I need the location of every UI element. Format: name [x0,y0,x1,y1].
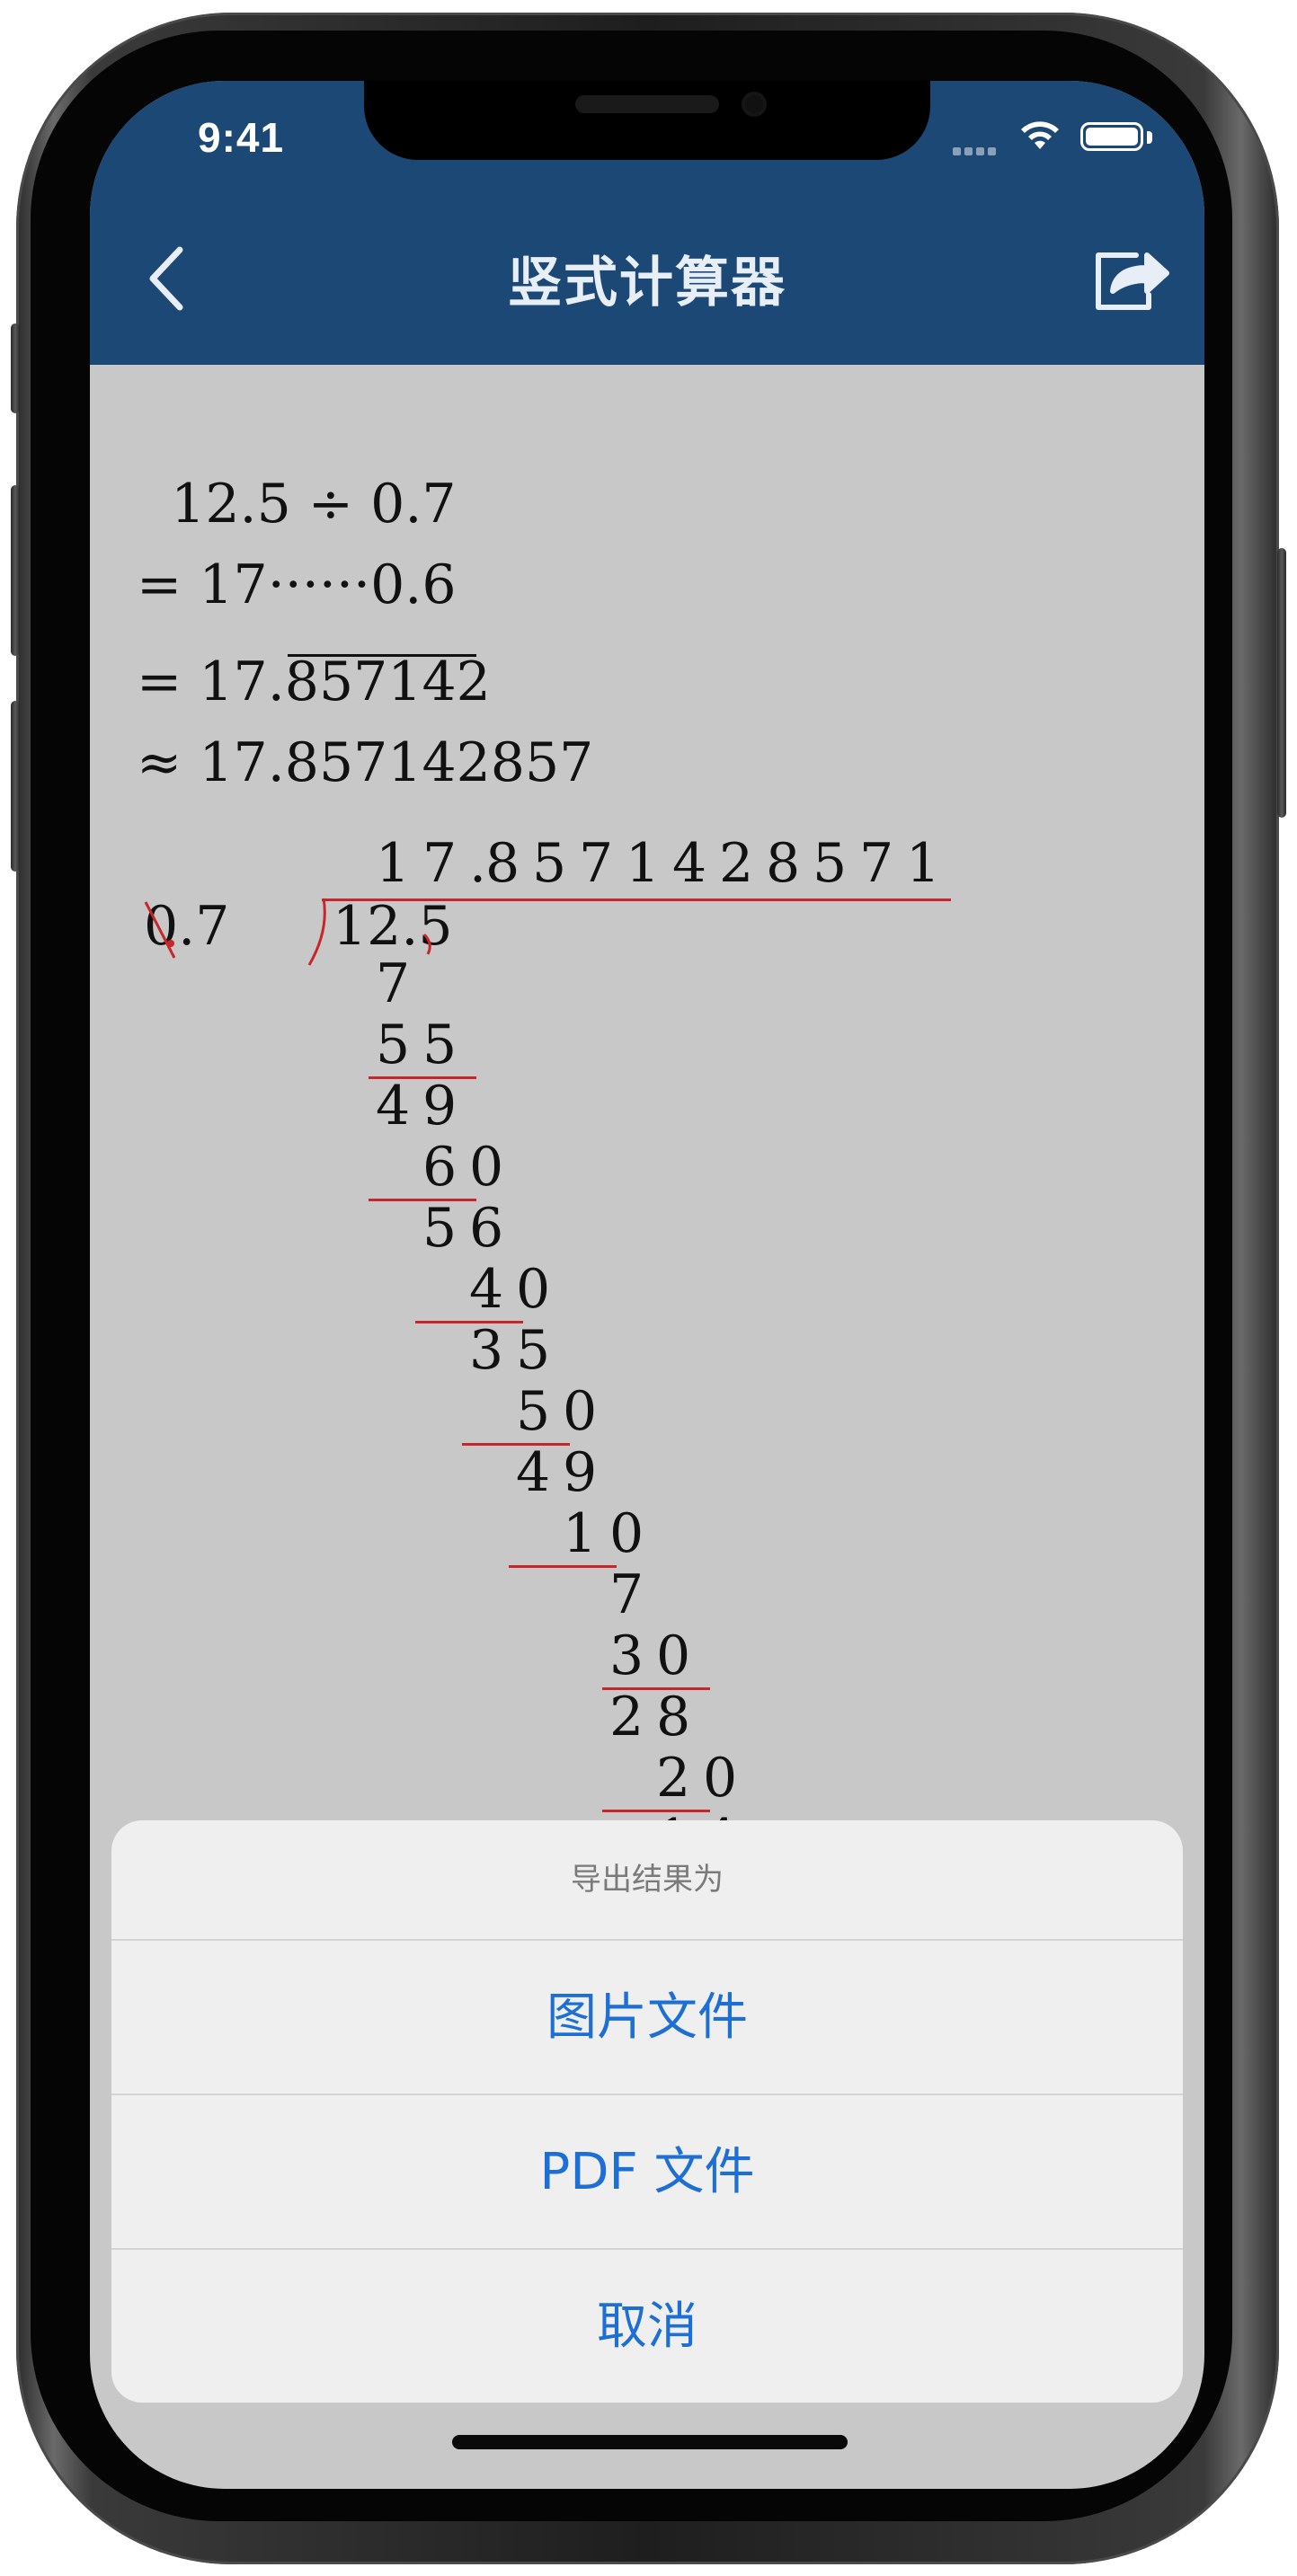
work-digit: 4 [376,1075,411,1138]
status-time: 9:41 [198,114,285,161]
work-digit: 0 [563,1380,598,1443]
quotient-digit: 7 [579,832,614,895]
equation-line-1: 12.5 ÷ 0.7 [137,473,457,536]
work-digit: 0 [516,1258,551,1321]
volume-up-button [11,485,20,656]
quotient-digit: 8 [485,832,520,895]
equation-line-4: ≈ 17.857142857 [137,731,594,794]
work-digit: 0 [656,1624,691,1687]
home-indicator [452,2435,848,2449]
work-digit: 5 [516,1380,551,1443]
work-digit: 0 [609,1502,644,1565]
speaker [575,95,719,113]
work-digit: 6 [422,1136,458,1199]
quotient-digit: 1 [906,832,941,895]
export-action-sheet: 导出结果为 图片文件 PDF 文件 取消 [111,1820,1183,2403]
work-digit: 8 [656,1686,691,1748]
page-title: 竖式计算器 [508,252,786,314]
equation-line-2: = 17······0.6 [137,553,457,616]
mute-switch [11,323,20,413]
screen: 9:41 竖式计算器 12.5 ÷ 0.7 = 17······0.6 = 17… [90,81,1204,2489]
work-digit: 7 [609,1563,644,1626]
work-digit: 4 [516,1441,551,1504]
navigation-bar: 9:41 竖式计算器 [90,81,1204,365]
cellular-signal-icon [953,142,1003,155]
action-sheet-title: 导出结果为 [571,1862,724,1898]
cancel-button[interactable]: 取消 [111,2248,1183,2403]
work-digit: 0 [703,1747,738,1810]
share-icon [1096,252,1169,310]
notch [364,81,930,160]
wifi-icon [1021,121,1059,149]
work-digit: 5 [376,1014,411,1076]
quotient-digit: 7 [859,832,894,895]
work-digit: 4 [469,1258,504,1321]
work-digit: 9 [563,1441,598,1504]
work-digit: 2 [609,1686,644,1748]
work-digit: 1 [563,1502,598,1565]
quotient-digit: 1 [376,832,411,895]
quotient-digit: 5 [532,832,567,895]
quotient-digit: 4 [672,832,707,895]
work-digit: 0 [469,1136,504,1199]
work-digit: 3 [609,1624,644,1687]
share-button[interactable] [1091,243,1172,314]
work-digit: 2 [656,1747,691,1810]
division-bracket [307,898,326,966]
work-digit: 7 [376,952,411,1015]
quotient-digit: 2 [719,832,754,895]
work-digit: 9 [422,1075,458,1138]
power-button [1277,548,1286,818]
battery-tip [1147,131,1152,144]
work-digit: 5 [516,1319,551,1382]
divisor-decimal-strike [144,901,176,959]
equation-line-3: = 17.857142 [137,651,491,713]
export-image-option[interactable]: 图片文件 [111,1939,1183,2095]
quotient-digit: 1 [626,832,661,895]
work-digit: 5 [422,1014,458,1076]
work-digit: 3 [469,1319,504,1382]
battery-icon [1080,122,1143,151]
quotient-digit: 5 [813,832,848,895]
dividend-decimal-shift-mark [422,933,431,955]
work-digit: 5 [422,1197,458,1260]
work-digit: 6 [469,1197,504,1260]
volume-down-button [11,701,20,872]
repeating-decimal-overline [288,654,476,657]
subtraction-line [509,1565,617,1568]
quotient-digit: 7 [422,832,458,895]
export-pdf-option[interactable]: PDF 文件 [111,2094,1183,2250]
front-camera [742,92,767,117]
quotient-digit: 8 [766,832,801,895]
quotient-digit: . [469,832,487,895]
